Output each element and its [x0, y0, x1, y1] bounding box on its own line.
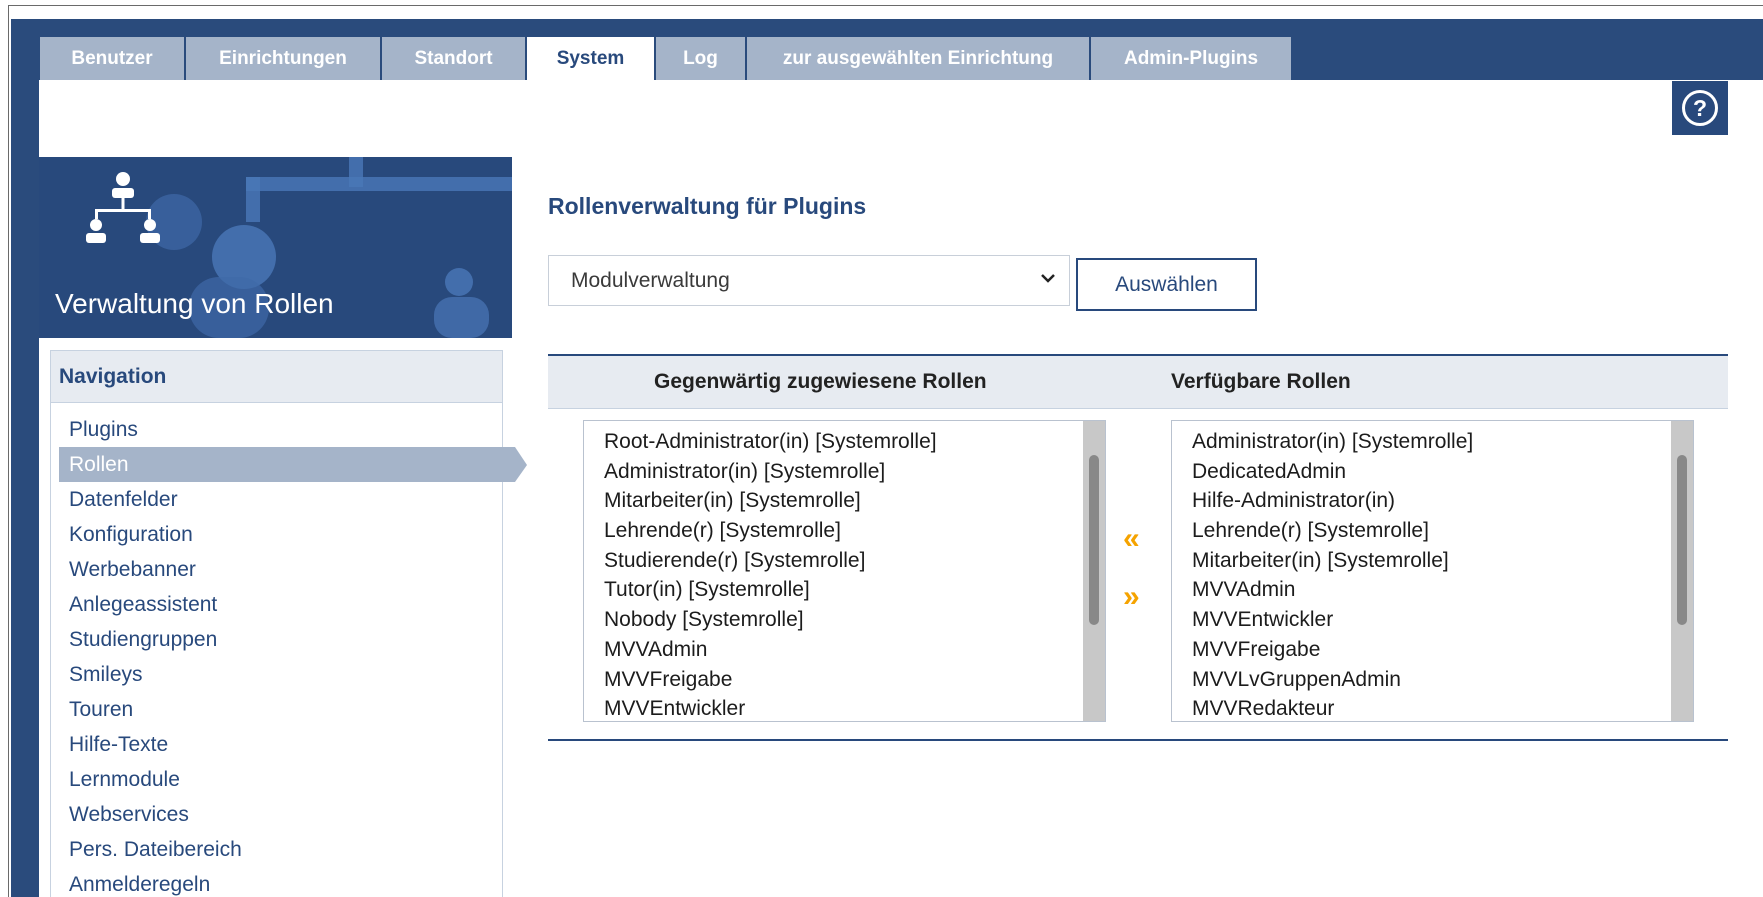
- role-option[interactable]: Root-Administrator(in) [Systemrolle]: [604, 427, 1105, 457]
- assigned-roles-scrollbar[interactable]: [1083, 421, 1105, 721]
- role-option[interactable]: MVVEntwickler: [604, 694, 1105, 721]
- navigation-list: Plugins Rollen Datenfelder Konfiguration Wer…: [51, 403, 527, 897]
- scrollbar-thumb[interactable]: [1677, 455, 1687, 625]
- help-button[interactable]: ?: [1672, 81, 1728, 135]
- sidebar-item-hilfe-texte[interactable]: Hilfe-Texte: [51, 727, 502, 762]
- sidebar-item-webservices[interactable]: Webservices: [51, 797, 502, 832]
- role-option[interactable]: Administrator(in) [Systemrolle]: [604, 457, 1105, 487]
- tab-einrichtungen[interactable]: Einrichtungen: [186, 37, 382, 80]
- role-option[interactable]: Mitarbeiter(in) [Systemrolle]: [1192, 546, 1693, 576]
- role-option[interactable]: Administrator(in) [Systemrolle]: [1192, 427, 1693, 457]
- tab-log[interactable]: Log: [656, 37, 747, 80]
- sidebar-item-datenfelder[interactable]: Datenfelder: [51, 482, 502, 517]
- sidebar-item-werbebanner[interactable]: Werbebanner: [51, 552, 502, 587]
- assigned-roles-header: Gegenwärtig zugewiesene Rollen: [654, 370, 987, 393]
- left-stripe: [11, 19, 39, 897]
- role-option[interactable]: Mitarbeiter(in) [Systemrolle]: [604, 486, 1105, 516]
- sidebar-item-anmelderegeln[interactable]: Anmelderegeln: [51, 867, 502, 897]
- role-option[interactable]: MVVAdmin: [604, 635, 1105, 665]
- role-option[interactable]: MVVAdmin: [1192, 575, 1693, 605]
- sidebar-item-lernmodule[interactable]: Lernmodule: [51, 762, 502, 797]
- sidebar-header: Verwaltung von Rollen: [39, 157, 512, 338]
- sidebar-item-pers-dateibereich[interactable]: Pers. Dateibereich: [51, 832, 502, 867]
- move-right-button[interactable]: »: [1123, 582, 1140, 612]
- plugin-select[interactable]: Modulverwaltung: [548, 255, 1070, 306]
- chevron-down-icon: [1041, 270, 1055, 287]
- plugin-select-value: Modulverwaltung: [571, 268, 730, 292]
- main-tabs: Benutzer Einrichtungen Standort System Log zu…: [40, 37, 1293, 80]
- tab-system[interactable]: System: [527, 37, 656, 80]
- role-option[interactable]: MVVFreigabe: [604, 665, 1105, 695]
- page-title: Rollenverwaltung für Plugins: [548, 193, 867, 219]
- assigned-roles-list[interactable]: Root-Administrator(in) [Systemrolle] Admi…: [583, 420, 1106, 722]
- role-option[interactable]: DedicatedAdmin: [1192, 457, 1693, 487]
- roles-table-header: Gegenwärtig zugewiesene Rollen Verfügbar…: [548, 356, 1728, 409]
- sidebar-item-konfiguration[interactable]: Konfiguration: [51, 517, 502, 552]
- sidebar-item-studiengruppen[interactable]: Studiengruppen: [51, 622, 502, 657]
- sidebar-item-plugins[interactable]: Plugins: [51, 412, 502, 447]
- sidebar-item-touren[interactable]: Touren: [51, 692, 502, 727]
- help-circle-icon: ?: [1682, 90, 1718, 126]
- role-option[interactable]: Hilfe-Administrator(in): [1192, 486, 1693, 516]
- role-option[interactable]: MVVLvGruppenAdmin: [1192, 665, 1693, 695]
- navigation-panel: Navigation Plugins Rollen Datenfelder Konfi…: [50, 350, 527, 897]
- tab-admin-plugins[interactable]: Admin-Plugins: [1091, 37, 1293, 80]
- tab-standort[interactable]: Standort: [382, 37, 527, 80]
- roles-assignment-table: Gegenwärtig zugewiesene Rollen Verfügbar…: [548, 354, 1728, 741]
- select-button[interactable]: Auswählen: [1076, 258, 1257, 311]
- sidebar-item-smileys[interactable]: Smileys: [51, 657, 502, 692]
- role-option[interactable]: MVVEntwickler: [1192, 605, 1693, 635]
- sidebar-title: Verwaltung von Rollen: [55, 288, 334, 319]
- scrollbar-thumb[interactable]: [1089, 455, 1099, 625]
- sidebar-item-anlegeassistent[interactable]: Anlegeassistent: [51, 587, 502, 622]
- role-option[interactable]: MVVFreigabe: [1192, 635, 1693, 665]
- available-roles-header: Verfügbare Rollen: [1171, 370, 1351, 393]
- sidebar-item-rollen[interactable]: Rollen: [59, 447, 527, 482]
- role-option[interactable]: MVVRedakteur: [1192, 694, 1693, 721]
- move-left-button[interactable]: «: [1123, 524, 1140, 554]
- available-roles-scrollbar[interactable]: [1671, 421, 1693, 721]
- role-option[interactable]: Tutor(in) [Systemrolle]: [604, 575, 1105, 605]
- role-option[interactable]: Lehrende(r) [Systemrolle]: [604, 516, 1105, 546]
- tab-zur-ausgewählten-einrichtung[interactable]: zur ausgewählten Einrichtung: [747, 37, 1091, 80]
- role-option[interactable]: Studierende(r) [Systemrolle]: [604, 546, 1105, 576]
- role-hierarchy-icon: [86, 172, 160, 243]
- tab-benutzer[interactable]: Benutzer: [40, 37, 186, 80]
- navigation-heading: Navigation: [51, 351, 502, 403]
- role-option[interactable]: Lehrende(r) [Systemrolle]: [1192, 516, 1693, 546]
- role-option[interactable]: Nobody [Systemrolle]: [604, 605, 1105, 635]
- available-roles-list[interactable]: Administrator(in) [Systemrolle] Dedicated…: [1171, 420, 1694, 722]
